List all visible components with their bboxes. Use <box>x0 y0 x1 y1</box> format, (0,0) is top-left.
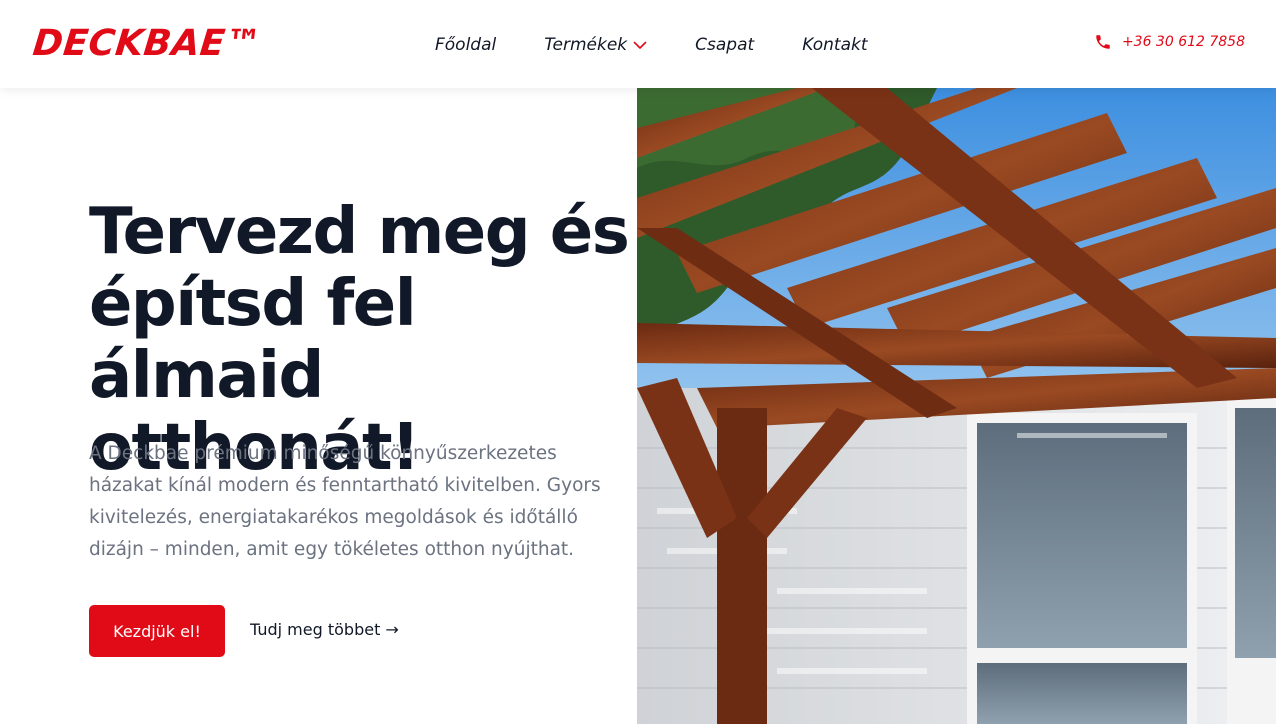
nav-item-kontakt[interactable]: Kontakt <box>802 35 867 55</box>
learn-more-link[interactable]: Tudj meg többet → <box>250 620 399 639</box>
hero-description: A Deckbae prémium minőségű könnyűszerkez… <box>89 443 601 560</box>
nav-item-label: Kontakt <box>802 35 868 55</box>
nav-item-label: Csapat <box>695 35 755 55</box>
site-header: DECKBAE™ Főoldal Termékek Csapat Kontakt… <box>0 0 1276 88</box>
phone-number: +36 30 612 7858 <box>1121 34 1245 50</box>
nav-item-label: Főoldal <box>435 35 497 55</box>
nav-item-label: Termékek <box>544 35 628 55</box>
nav-item-fooldal[interactable]: Főoldal <box>435 35 496 55</box>
phone-link[interactable]: +36 30 612 7858 <box>1094 33 1245 51</box>
main-nav: Főoldal Termékek Csapat Kontakt <box>435 33 868 57</box>
chevron-down-icon <box>633 41 647 49</box>
deckbae-logo[interactable]: DECKBAE™ <box>31 22 264 66</box>
nav-item-termekek[interactable]: Termékek <box>544 35 647 55</box>
pergola-photo <box>637 88 1276 724</box>
start-button[interactable]: Kezdjük el! <box>89 605 225 657</box>
nav-item-csapat[interactable]: Csapat <box>695 35 754 55</box>
phone-icon <box>1096 35 1110 49</box>
